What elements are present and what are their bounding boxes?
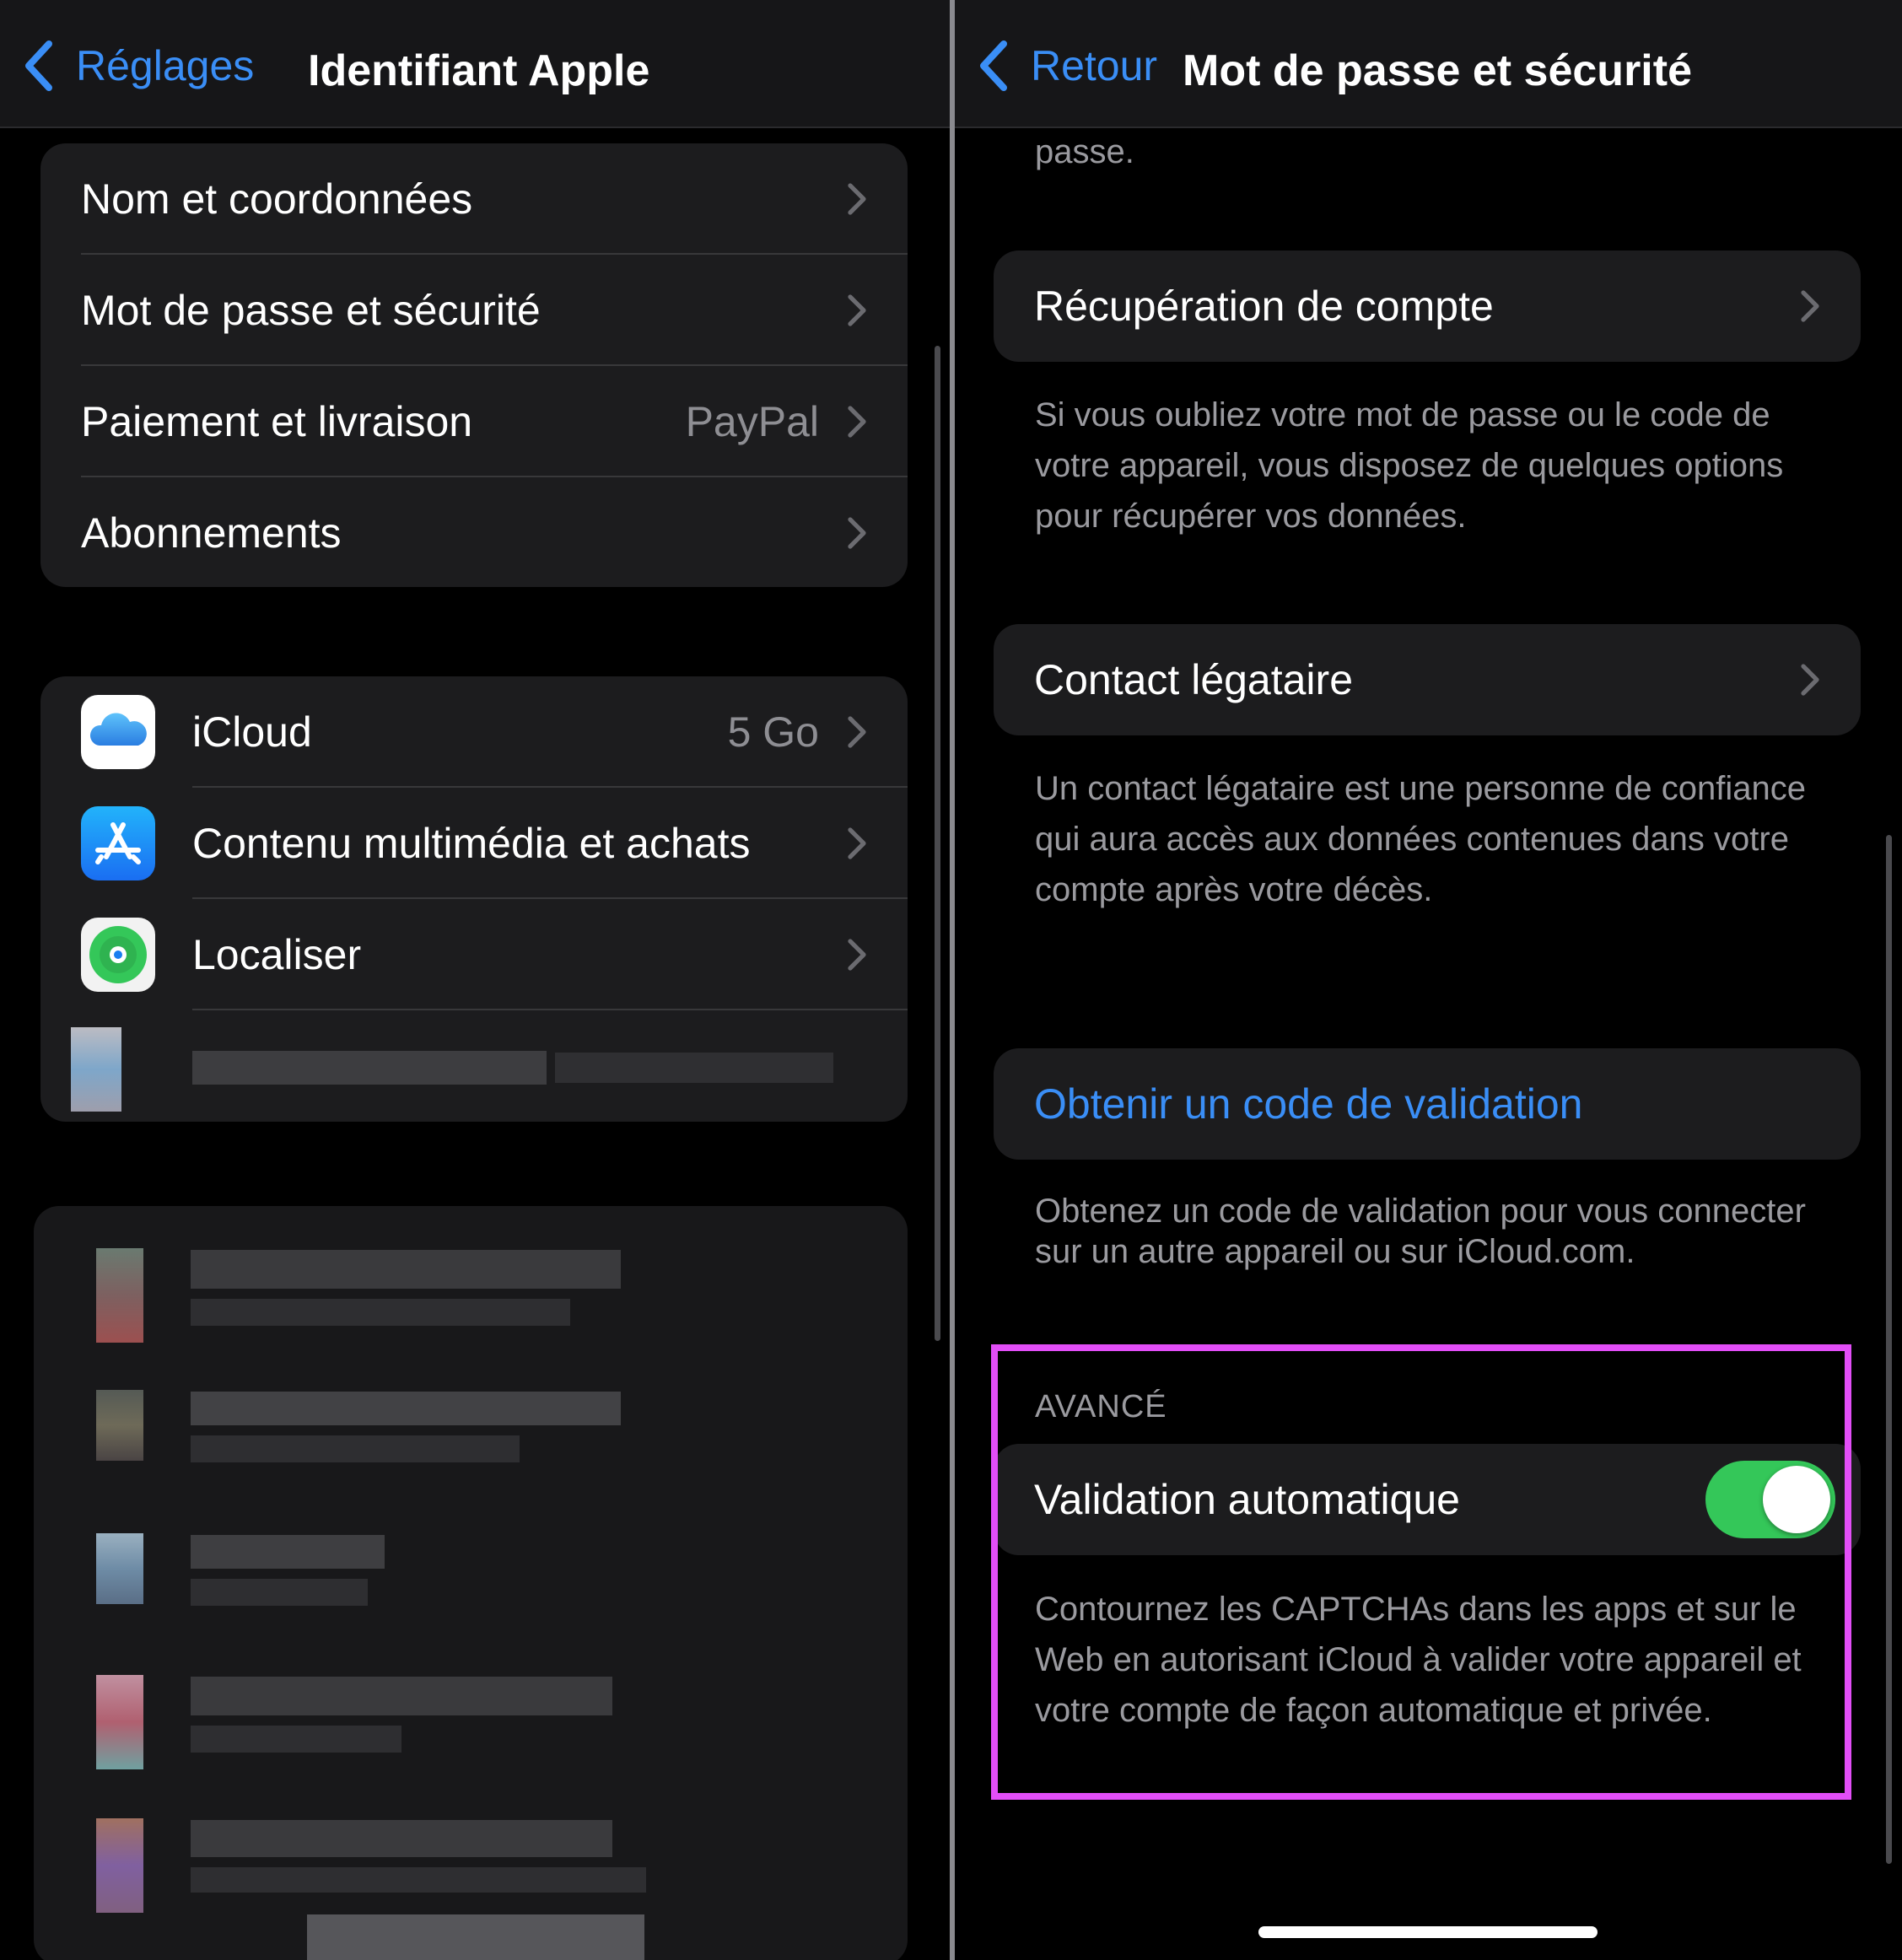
pixelated-text — [191, 1299, 570, 1326]
row-subscriptions[interactable]: Abonnements — [40, 477, 908, 587]
chevron-right-icon — [848, 517, 866, 549]
pixelated-icon — [96, 1675, 143, 1769]
apple-id-screen: Réglages Identifiant Apple Nom et coordo… — [0, 0, 950, 1960]
back-label: Retour — [1031, 42, 1158, 89]
row-label: Récupération de compte — [1034, 283, 1494, 330]
section-header-advanced: AVANCÉ — [1035, 1389, 1167, 1424]
legacy-contact-note: Un contact légataire est une personne de… — [1035, 770, 1806, 908]
legacy-contact-group: Contact légataire — [994, 624, 1861, 735]
back-label: Réglages — [76, 42, 255, 89]
find-my-icon — [81, 918, 155, 992]
services-group: iCloud 5 Go Contenu multimédia et achats… — [40, 676, 908, 1122]
row-label: Contenu multimédia et achats — [192, 820, 751, 867]
chevron-right-icon — [1801, 664, 1819, 696]
chevron-right-icon — [848, 294, 866, 326]
page-title: Identifiant Apple — [308, 46, 650, 95]
pixelated-icon — [96, 1533, 143, 1604]
row-label: Validation automatique — [1034, 1476, 1460, 1523]
advanced-group: Validation automatique — [994, 1444, 1861, 1555]
home-indicator — [1258, 1926, 1598, 1938]
row-legacy-contact[interactable]: Contact légataire — [994, 624, 1861, 735]
row-find-my[interactable]: Localiser — [40, 899, 908, 1010]
chevron-right-icon — [848, 406, 866, 438]
row-value: 5 Go — [727, 708, 819, 756]
row-value: PayPal — [685, 398, 819, 445]
pixelated-text — [191, 1535, 385, 1569]
nav-bar: Retour Mot de passe et sécurité — [955, 0, 1902, 128]
pixelated-text — [191, 1392, 621, 1425]
row-label: iCloud — [192, 708, 312, 756]
nav-bar: Réglages Identifiant Apple — [0, 0, 950, 128]
row-label: Abonnements — [81, 509, 342, 557]
row-icloud[interactable]: iCloud 5 Go — [40, 676, 908, 788]
chevron-left-icon — [980, 40, 1007, 91]
pixelated-text — [191, 1250, 621, 1289]
pixelated-text — [191, 1726, 401, 1753]
row-password-security[interactable]: Mot de passe et sécurité — [40, 255, 908, 366]
pixelated-text — [555, 1053, 833, 1083]
get-verification-code-button[interactable]: Obtenir un code de validation — [994, 1048, 1861, 1160]
back-button[interactable]: Réglages — [24, 40, 254, 91]
account-recovery-note: Si vous oubliez votre mot de passe ou le… — [1035, 396, 1784, 535]
automatic-verification-toggle[interactable] — [1705, 1461, 1835, 1538]
pixelated-icon — [96, 1248, 143, 1343]
row-payment-shipping[interactable]: Paiement et livraison PayPal — [40, 366, 908, 477]
row-label: Nom et coordonnées — [81, 175, 473, 223]
pixelated-text — [191, 1579, 368, 1606]
chevron-right-icon — [848, 183, 866, 215]
pixelated-text — [191, 1435, 520, 1462]
pixelated-text — [307, 1914, 644, 1960]
row-pixelated-device[interactable] — [40, 1010, 908, 1122]
row-media-purchases[interactable]: Contenu multimédia et achats — [40, 788, 908, 899]
toggle-knob — [1763, 1466, 1830, 1533]
pixelated-devices-group — [34, 1206, 908, 1960]
icloud-icon — [81, 695, 155, 769]
chevron-right-icon — [848, 939, 866, 971]
pixelated-icon — [71, 1027, 121, 1112]
pixelated-icon — [96, 1390, 143, 1461]
automatic-verification-note: Contournez les CAPTCHAs dans les apps et… — [1035, 1591, 1802, 1729]
chevron-right-icon — [848, 716, 866, 748]
pixelated-text — [192, 1051, 547, 1085]
row-label: Obtenir un code de validation — [1034, 1080, 1583, 1128]
account-group: Nom et coordonnées Mot de passe et sécur… — [40, 143, 908, 587]
pixelated-text — [191, 1677, 612, 1715]
row-label: Paiement et livraison — [81, 398, 473, 445]
pixelated-text — [191, 1820, 612, 1857]
scrollbar[interactable] — [935, 346, 940, 1341]
account-recovery-group: Récupération de compte — [994, 250, 1861, 362]
password-security-screen: passe. Retour Mot de passe et sécurité R… — [955, 0, 1902, 1960]
back-button[interactable]: Retour — [978, 40, 1157, 91]
top-note-fragment: passe. — [1035, 133, 1134, 170]
verification-code-note: Obtenez un code de validation pour vous … — [1035, 1193, 1806, 1270]
row-label: Mot de passe et sécurité — [81, 287, 541, 334]
row-name-contact[interactable]: Nom et coordonnées — [40, 143, 908, 255]
chevron-left-icon — [25, 40, 52, 91]
pixelated-icon — [96, 1818, 143, 1913]
scrollbar[interactable] — [1886, 835, 1892, 1864]
row-automatic-verification: Validation automatique — [994, 1444, 1861, 1555]
row-account-recovery[interactable]: Récupération de compte — [994, 250, 1861, 362]
pixelated-text — [191, 1867, 646, 1893]
chevron-right-icon — [848, 827, 866, 859]
row-label: Contact légataire — [1034, 656, 1354, 703]
page-title: Mot de passe et sécurité — [1183, 46, 1692, 95]
chevron-right-icon — [1801, 290, 1819, 322]
row-label: Localiser — [192, 931, 362, 978]
verification-code-group: Obtenir un code de validation — [994, 1048, 1861, 1160]
app-store-icon — [81, 806, 155, 880]
